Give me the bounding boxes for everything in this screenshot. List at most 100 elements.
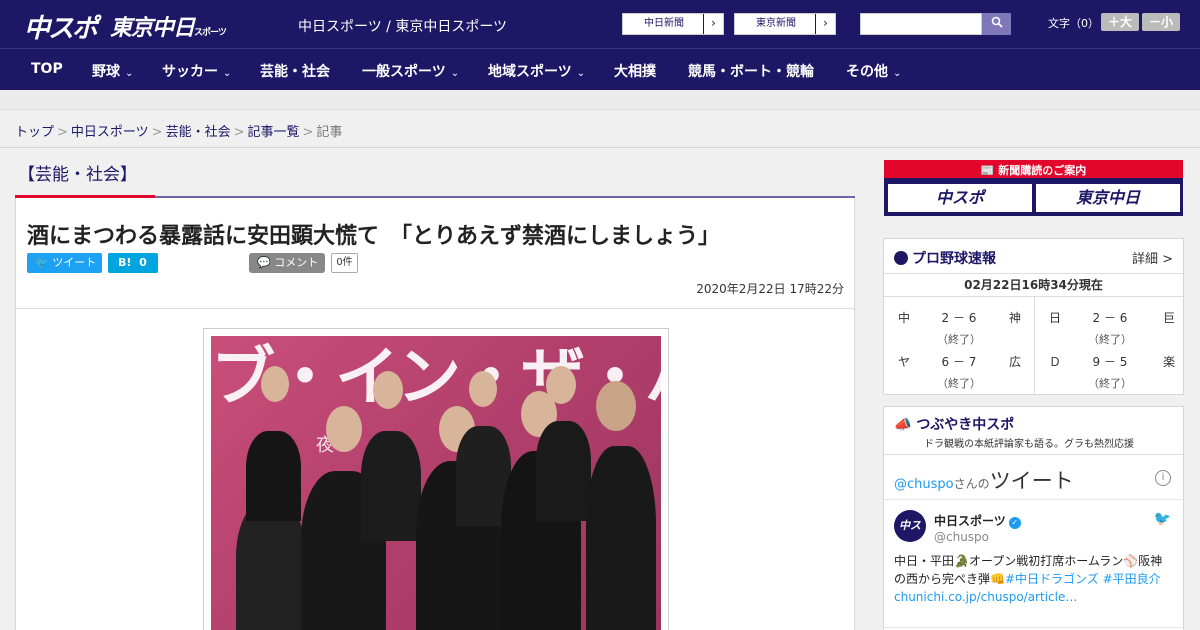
twitter-icon: 🐦	[35, 256, 49, 269]
nav-item-entertainment[interactable]: 芸能・社会	[260, 61, 330, 81]
tokyo-logo-text: 東京中日	[110, 16, 195, 41]
article-photo[interactable]: ブ・イン・ザ・バン 夜 パ	[211, 336, 661, 630]
twitter-bird-icon[interactable]: 🐦	[1154, 511, 1171, 527]
tokyo-shimbun-button[interactable]: 東京新聞 ›	[734, 13, 836, 35]
verified-icon: ✓	[1008, 517, 1021, 529]
twitter-widget-title-text: つぶやき中スポ	[916, 417, 1015, 433]
info-icon[interactable]: i	[1155, 470, 1171, 486]
nav-item-sumo[interactable]: 大相撲	[614, 61, 656, 81]
search-icon	[991, 16, 1003, 28]
article-date: 2020年2月22日 17時22分	[696, 282, 844, 296]
divider	[884, 499, 1183, 500]
nav-item-top[interactable]: TOP	[31, 61, 63, 77]
tokyo-logo-small: スポーツ	[194, 28, 227, 38]
baseball-game[interactable]: ヤ 6 － 7 広 （終了）	[884, 353, 1034, 397]
game-score: 2 － 6	[941, 311, 977, 325]
font-large-button[interactable]: ＋大	[1101, 13, 1139, 31]
nav-item-general-sports[interactable]: 一般スポーツ ⌄	[362, 61, 459, 81]
tokyo-chunichi-logo[interactable]: 東京中日スポーツ	[110, 10, 227, 42]
tweet-account-handle[interactable]: @chuspo	[934, 530, 989, 544]
chevron-down-icon: ⌄	[450, 68, 460, 79]
font-small-button[interactable]: －小	[1142, 13, 1180, 31]
tweet-label: ツイート	[52, 256, 97, 269]
nav-label: TOP	[31, 61, 63, 77]
person-head	[469, 371, 497, 407]
comment-button[interactable]: 💬 コメント	[249, 253, 325, 273]
game-score: 2 － 6	[1092, 311, 1128, 325]
baseball-game[interactable]: 中 2 － 6 神 （終了）	[884, 309, 1034, 353]
home-team: 日	[1049, 311, 1062, 325]
breadcrumb-top[interactable]: トップ	[15, 125, 54, 140]
person-figure	[246, 431, 301, 521]
search-input[interactable]	[860, 13, 982, 35]
baseball-scores-widget: プロ野球速報 詳細 > 02月22日16時34分現在 中 2 － 6 神 （終了…	[883, 238, 1184, 395]
nav-item-racing[interactable]: 競馬・ボート・競輪	[688, 61, 814, 81]
home-team: 中	[898, 311, 911, 325]
breadcrumb-entertainment[interactable]: 芸能・社会	[166, 125, 231, 140]
tweet-link[interactable]: chunichi.co.jp/chuspo/article…	[894, 590, 1077, 604]
main-nav: TOP 野球 ⌄ サッカー ⌄ 芸能・社会 一般スポーツ ⌄ 地域スポーツ ⌄ 大相撲 …	[0, 48, 1200, 90]
timeline-header: @chuspoさんのツイート	[894, 465, 1074, 495]
breadcrumb-chunichi-sports[interactable]: 中日スポーツ	[71, 125, 149, 140]
person-figure	[586, 446, 656, 630]
tokyo-shimbun-label: 東京新聞	[756, 18, 796, 29]
home-team: ヤ	[898, 355, 911, 369]
top-header: 中スポ 東京中日スポーツ 中日スポーツ / 東京中日スポーツ 中日新聞 › 東京…	[0, 0, 1200, 48]
tweet-button[interactable]: 🐦 ツイート	[27, 253, 102, 273]
nav-label: サッカー	[162, 64, 218, 80]
nav-label: 芸能・社会	[260, 64, 330, 80]
tweet-hashtags[interactable]: #中日ドラゴンズ #平田良介	[1005, 572, 1161, 586]
person-figure	[361, 431, 421, 541]
baseball-game[interactable]: 日 2 － 6 巨 （終了）	[1035, 309, 1185, 353]
game-status: （終了）	[1088, 333, 1132, 346]
chunichi-shimbun-button[interactable]: 中日新聞 ›	[622, 13, 724, 35]
article-photo-frame: ブ・イン・ザ・バン 夜 パ	[203, 328, 669, 630]
baseball-game[interactable]: Ｄ 9 － 5 楽 （終了）	[1035, 353, 1185, 397]
baseball-title-text: プロ野球速報	[912, 251, 996, 267]
person-figure	[536, 421, 591, 521]
search-button[interactable]	[982, 13, 1011, 35]
category-title: 【芸能・社会】	[18, 165, 137, 185]
hatena-icon: B!	[118, 256, 132, 269]
twitter-widget: 📣 つぶやき中スポ ドラ観戦の本紙評論家も語る。グラも熱烈応援 @chuspoさ…	[883, 406, 1184, 630]
nav-label: 大相撲	[614, 64, 656, 80]
breadcrumb-article-list[interactable]: 記事一覧	[248, 125, 300, 140]
comment-label: コメント	[274, 256, 319, 269]
subscribe-tokyo-button[interactable]: 東京中日	[1036, 184, 1180, 212]
nav-item-regional-sports[interactable]: 地域スポーツ ⌄	[488, 61, 585, 81]
baseball-detail-link[interactable]: 詳細 >	[1132, 248, 1173, 267]
comment-count[interactable]: 0件	[331, 253, 358, 273]
game-score: 6 － 7	[941, 355, 977, 369]
baseball-widget-title: プロ野球速報	[894, 248, 996, 268]
baseball-icon	[894, 251, 908, 265]
nav-item-other[interactable]: その他 ⌄	[846, 61, 901, 81]
person-head	[261, 366, 289, 402]
person-head	[373, 371, 403, 409]
hatena-count: 0	[139, 256, 147, 269]
chevron-right-icon: ›	[815, 14, 835, 34]
timeline-heading: ツイート	[989, 469, 1074, 493]
subscription-title-text: 新聞購読のご案内	[998, 164, 1087, 177]
divider	[16, 308, 854, 309]
chevron-down-icon: ⌄	[223, 68, 232, 79]
twitter-widget-subtitle: ドラ観戦の本紙評論家も語る。グラも熱烈応援	[924, 439, 1134, 450]
away-team: 神	[1009, 311, 1022, 325]
nav-item-soccer[interactable]: サッカー ⌄	[162, 61, 231, 81]
nav-item-baseball[interactable]: 野球 ⌄	[92, 61, 133, 81]
megaphone-icon: 📣	[894, 417, 917, 433]
avatar[interactable]: 中スポ	[894, 510, 926, 564]
font-size-label: 文字（0）	[1048, 17, 1099, 30]
person-head	[596, 381, 636, 431]
away-team: 広	[1009, 355, 1022, 369]
person-head	[546, 366, 576, 404]
game-status: （終了）	[1088, 377, 1132, 390]
nav-label: その他	[846, 64, 888, 80]
timeline-handle-link[interactable]: @chuspo	[894, 477, 954, 492]
breadcrumb-sep: >	[233, 125, 245, 140]
hatena-bookmark-button[interactable]: B! 0	[108, 253, 158, 273]
tweet-account-name[interactable]: 中日スポーツ ✓	[934, 512, 1021, 529]
subscribe-chuspo-button[interactable]: 中スポ	[888, 184, 1032, 212]
twitter-widget-title: 📣 つぶやき中スポ	[894, 414, 1014, 434]
breadcrumb-sep: >	[302, 125, 314, 140]
chuspo-logo[interactable]: 中スポ	[24, 8, 98, 44]
